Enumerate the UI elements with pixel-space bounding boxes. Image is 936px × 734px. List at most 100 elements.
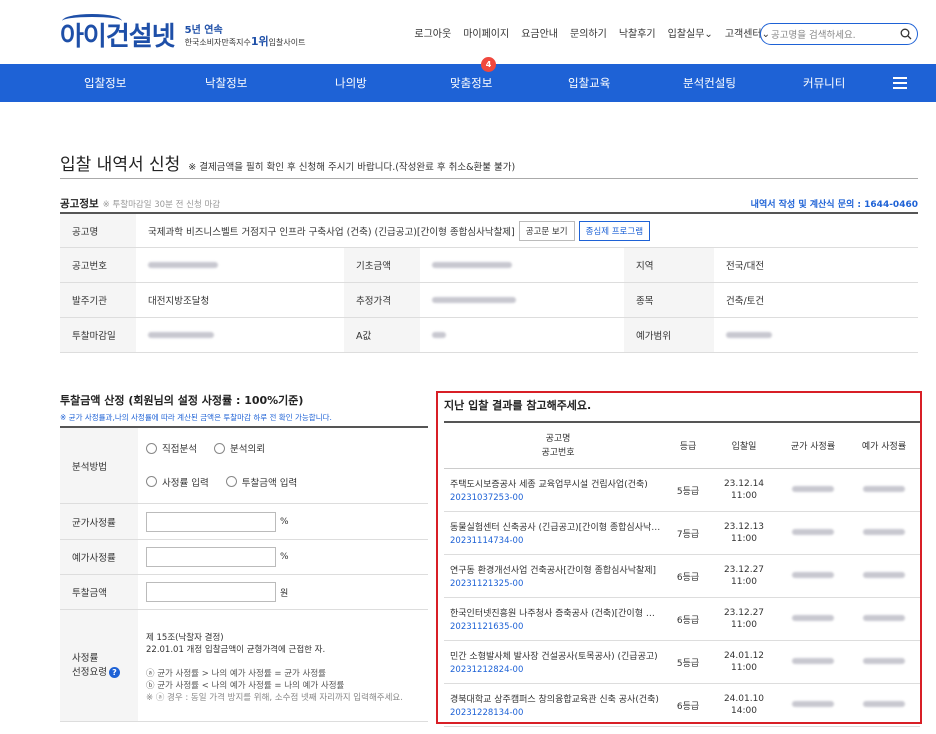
- row-avg-rate: [778, 528, 848, 538]
- redacted-value: [792, 658, 834, 664]
- row-name[interactable]: 경북대학교 상주캠퍼스 창의융합교육관 신축 공사(건축): [450, 692, 662, 705]
- row-exp-rate: [848, 485, 920, 495]
- redacted-value: [792, 572, 834, 578]
- amount-label: 투찰금액: [60, 575, 138, 609]
- redacted-value: [726, 332, 772, 338]
- method-options: 직접분석 분석의뢰 사정률 입력 투찰금액 입력: [138, 428, 428, 503]
- nav-analysis-consulting[interactable]: 분석컨설팅: [683, 75, 736, 91]
- row-exp-rate: [848, 614, 920, 624]
- row-name[interactable]: 한국인터넷진흥원 나주청사 증축공사 (건축)[간이형 종합심사]: [450, 606, 662, 619]
- site-logo[interactable]: 아이건설넷 5년 연속 한국소비자만족지수1위입찰사이트: [60, 10, 305, 54]
- row-date: 23.12.14 11:00: [723, 479, 765, 501]
- info-label: 발주기관: [60, 283, 136, 317]
- mypage-link[interactable]: 마이페이지: [463, 25, 509, 40]
- redacted-value: [432, 297, 516, 303]
- page-notice: ※ 결제금액을 필히 확인 후 신청해 주시기 바랍니다.(작성완료 후 취소&…: [188, 162, 516, 173]
- bid-practice-menu[interactable]: 입찰실무⌄: [668, 25, 713, 40]
- row-number: 20231212824-00: [450, 665, 524, 675]
- redacted-value: [432, 332, 446, 338]
- contact-info: 내역서 작성 및 계산식 문의 : 1644-0460: [750, 200, 918, 210]
- analysis-request-radio[interactable]: 분석의뢰: [214, 441, 265, 455]
- row-number: 20231121635-00: [450, 622, 524, 632]
- col-date: 입찰일: [731, 442, 757, 452]
- nav-bid-education[interactable]: 입찰교육: [568, 75, 610, 91]
- search-icon[interactable]: [895, 24, 917, 44]
- calc-table: 분석방법 직접분석 분석의뢰 사정률 입력 투찰금액 입력 균가사정률 % 예가…: [60, 426, 428, 722]
- divider: [60, 178, 918, 179]
- nav-community[interactable]: 커뮤니티: [803, 75, 845, 91]
- info-label: 추정가격: [344, 283, 420, 317]
- table-row[interactable]: 동물실험센터 신축공사 (긴급공고)[간이형 종합심사낙찰제] 202311147…: [444, 512, 920, 555]
- notice-name: 국제과학 비즈니스벨트 거점지구 인프라 구축사업 (건축) (긴급공고)[간이…: [148, 226, 515, 238]
- pricing-link[interactable]: 요금안내: [521, 25, 558, 40]
- info-row: 투찰마감일 A값 예가범위: [60, 318, 918, 353]
- search-input[interactable]: 공고명을 검색하세요.: [760, 23, 918, 45]
- info-label: 기초금액: [344, 248, 420, 282]
- amount-row: 투찰금액 원: [60, 575, 428, 610]
- col-grade: 등급: [679, 442, 697, 452]
- row-number: 20231228134-00: [450, 708, 524, 718]
- row-grade: 6등급: [676, 615, 700, 626]
- direct-analysis-radio[interactable]: 직접분석: [146, 441, 197, 455]
- row-grade: 5등급: [676, 486, 700, 497]
- redacted-value: [863, 615, 905, 621]
- info-value: [420, 318, 624, 352]
- amount-input[interactable]: [146, 582, 276, 602]
- row-name[interactable]: 주택도시보증공사 세종 교육업무시설 건립사업(건축): [450, 477, 662, 490]
- calc-title: 투찰금액 산정 (회원님의 설정 사정률 : 100%기준): [60, 394, 304, 407]
- rate-input-radio[interactable]: 사정률 입력: [146, 475, 209, 489]
- redacted-value: [432, 262, 512, 268]
- table-row[interactable]: 경북대학교 상주캠퍼스 창의융합교육관 신축 공사(건축) 20231228134…: [444, 684, 920, 727]
- redacted-value: [792, 701, 834, 707]
- inquiry-link[interactable]: 문의하기: [570, 25, 607, 40]
- row-name[interactable]: 연구동 환경개선사업 건축공사[간이형 종합심사낙찰제]: [450, 563, 662, 576]
- menu-icon[interactable]: [893, 77, 907, 89]
- unit-label: %: [280, 552, 289, 562]
- row-exp-rate: [848, 700, 920, 710]
- guide-row: 사정률 선정요령? 제 15조(낙찰자 결정) 22.01.01 개정 입찰금액…: [60, 610, 428, 722]
- top-links: 로그아웃 마이페이지 요금안내 문의하기 낙찰후기 입찰실무⌄ 고객센터⌄: [414, 25, 770, 40]
- exp-rate-field-wrap: %: [138, 540, 428, 574]
- view-notice-button[interactable]: 공고문 보기: [518, 220, 575, 241]
- table-row[interactable]: 민간 소형발사체 발사장 건설공사(토목공사) (긴급공고) 2023121282…: [444, 641, 920, 684]
- row-avg-rate: [778, 614, 848, 624]
- nav-my-room[interactable]: 나의방: [335, 75, 367, 91]
- col-name: 공고명: [545, 433, 571, 444]
- info-value: [136, 248, 344, 282]
- logout-link[interactable]: 로그아웃: [414, 25, 451, 40]
- nav-custom-info[interactable]: 맞춤정보: [450, 75, 492, 91]
- exp-rate-input[interactable]: [146, 547, 276, 567]
- nav-award-info[interactable]: 낙찰정보: [205, 75, 247, 91]
- nav-bid-info[interactable]: 입찰정보: [84, 75, 126, 91]
- row-name[interactable]: 동물실험센터 신축공사 (긴급공고)[간이형 종합심사낙찰제]: [450, 520, 662, 533]
- guide-label: 사정률 선정요령?: [60, 610, 138, 721]
- row-exp-rate: [848, 528, 920, 538]
- amount-input-radio[interactable]: 투찰금액 입력: [225, 475, 297, 489]
- info-value: 건축/토건: [726, 296, 765, 307]
- redacted-value: [863, 486, 905, 492]
- redacted-value: [863, 572, 905, 578]
- page-title: 입찰 내역서 신청 ※ 결제금액을 필히 확인 후 신청해 주시기 바랍니다.(…: [60, 150, 515, 175]
- avg-rate-input[interactable]: [146, 511, 276, 532]
- row-date: 24.01.10 14:00: [723, 694, 765, 716]
- info-row: 발주기관 대전지방조달청 추정가격 종목 건축/토건: [60, 283, 918, 318]
- row-number: 20231037253-00: [450, 493, 524, 503]
- row-name[interactable]: 민간 소형발사체 발사장 건설공사(토목공사) (긴급공고): [450, 649, 662, 662]
- info-label: 투찰마감일: [60, 318, 136, 352]
- table-row[interactable]: 주택도시보증공사 세종 교육업무시설 건립사업(건축) 20231037253-0…: [444, 469, 920, 512]
- exp-rate-row: 예가사정률 %: [60, 540, 428, 575]
- redacted-value: [148, 332, 214, 338]
- row-grade: 6등급: [676, 701, 700, 712]
- help-icon[interactable]: ?: [108, 667, 120, 678]
- table-row[interactable]: 한국인터넷진흥원 나주청사 증축공사 (건축)[간이형 종합심사] 2023112…: [444, 598, 920, 641]
- row-date: 23.12.27 11:00: [723, 565, 765, 587]
- table-row[interactable]: 연구동 환경개선사업 건축공사[간이형 종합심사낙찰제] 20231121325-…: [444, 555, 920, 598]
- redacted-value: [863, 529, 905, 535]
- info-value: [420, 283, 624, 317]
- info-value: [136, 318, 344, 352]
- col-number: 공고번호: [541, 447, 575, 458]
- reviews-link[interactable]: 낙찰후기: [619, 25, 656, 40]
- info-value: 국제과학 비즈니스벨트 거점지구 인프라 구축사업 (건축) (긴급공고)[간이…: [136, 214, 918, 247]
- program-button[interactable]: 종심제 프로그램: [578, 220, 651, 241]
- col-avg-rate: 균가 사정률: [790, 442, 836, 452]
